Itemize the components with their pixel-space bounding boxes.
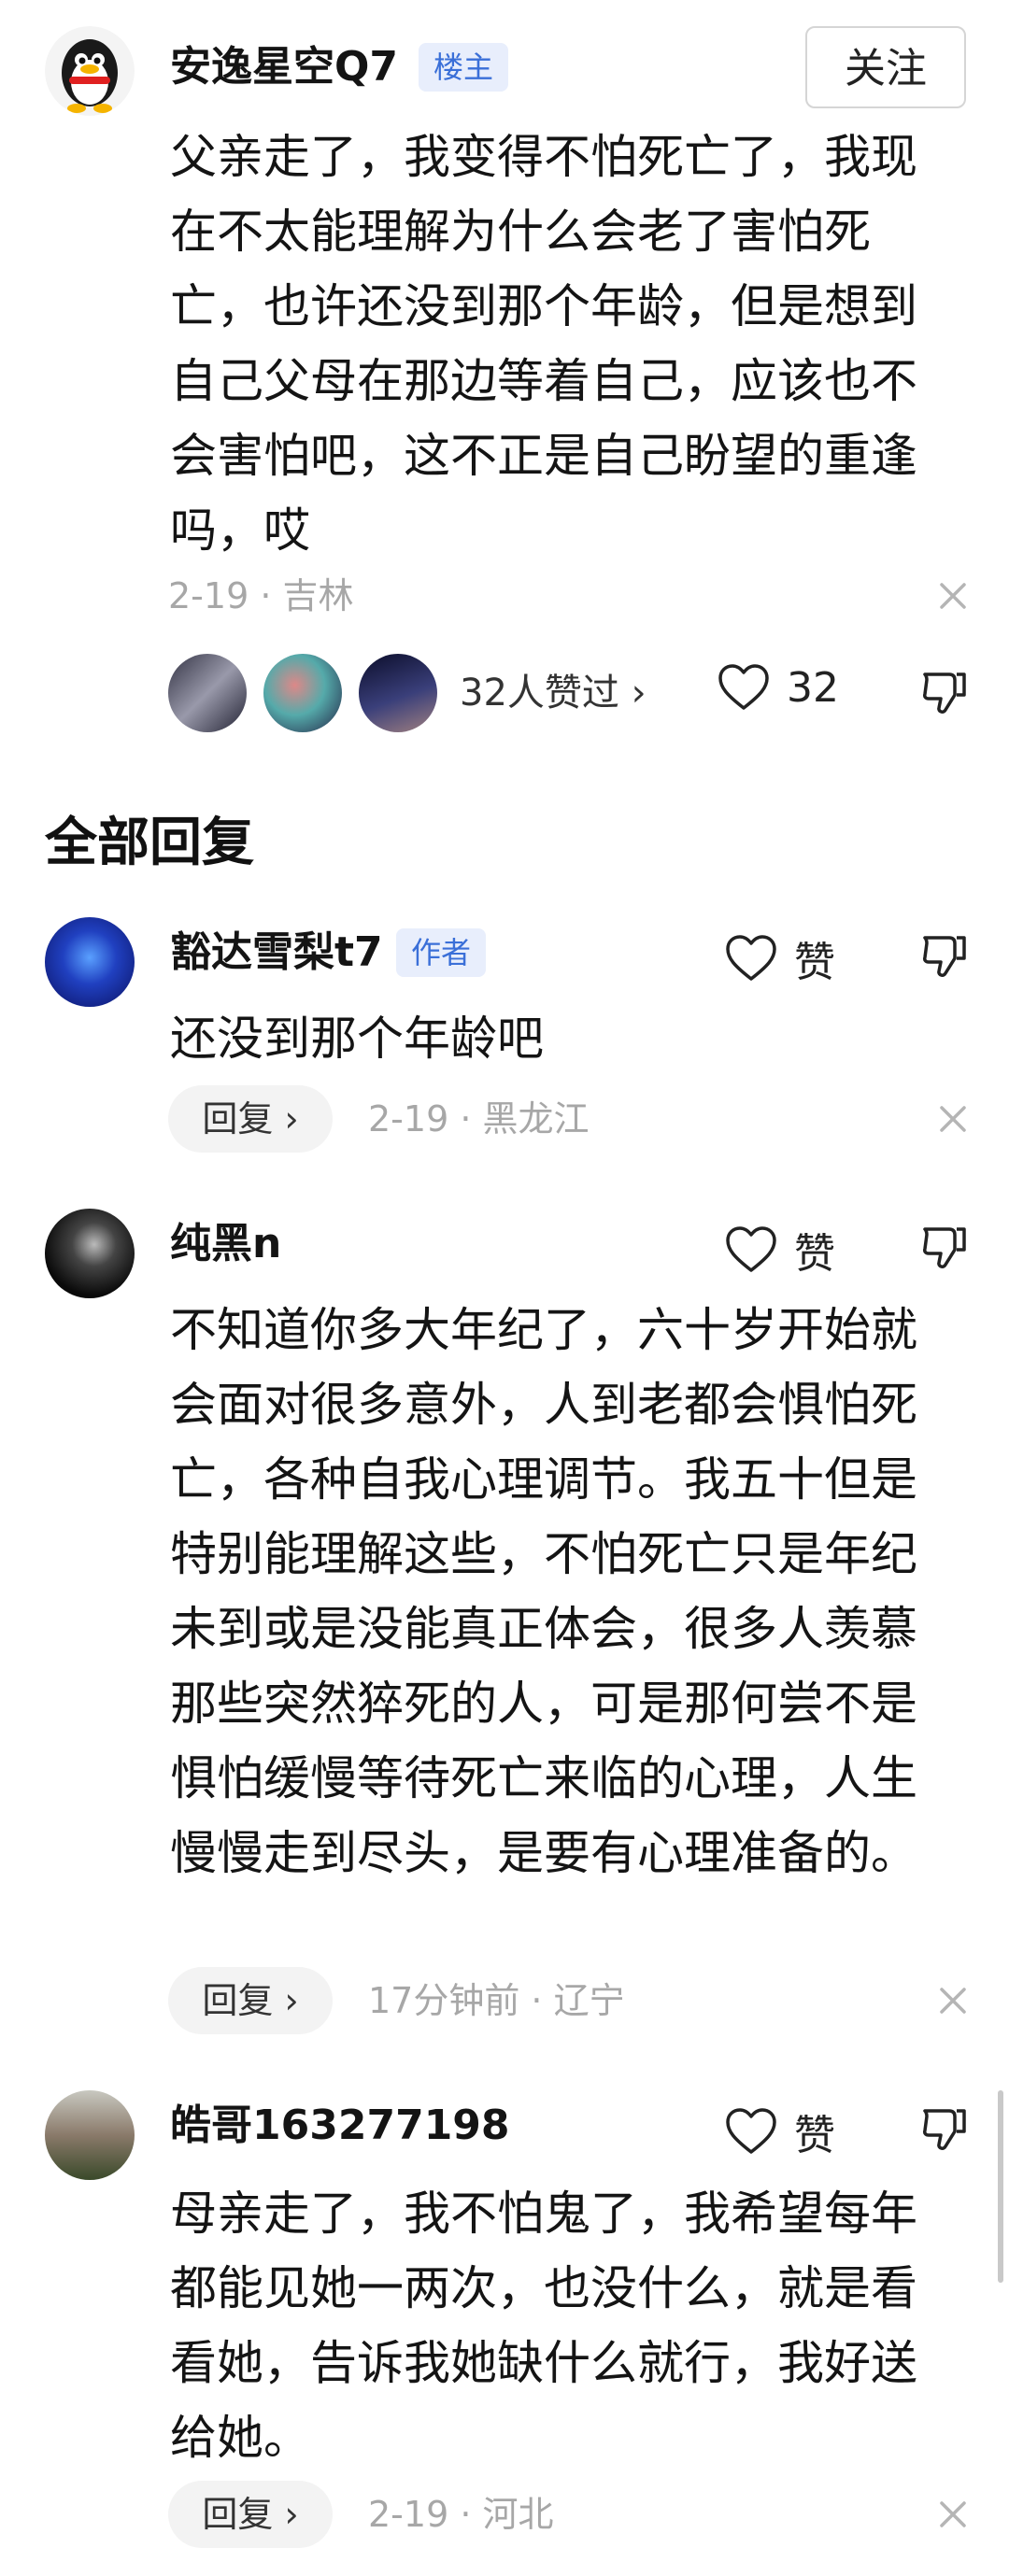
reply-button[interactable]: 回复 › xyxy=(168,1085,333,1153)
reply-button[interactable]: 回复 › xyxy=(168,1967,333,2034)
comment-text: 父亲走了，我变得不怕死亡了，我现在不太能理解为什么会老了害怕死亡，也许还没到那个… xyxy=(170,130,917,558)
like-label: 赞 xyxy=(794,2112,835,2159)
thumbs-down-icon[interactable] xyxy=(919,667,970,717)
like-count: 32 xyxy=(787,663,839,712)
close-icon[interactable] xyxy=(934,1100,972,1138)
thumbs-down-icon[interactable] xyxy=(919,2103,970,2154)
username[interactable]: 豁达雪梨t7 xyxy=(170,927,383,979)
username[interactable]: 皓哥163277198 xyxy=(170,2100,510,2152)
heart-icon xyxy=(718,664,769,710)
like-button[interactable]: 赞 xyxy=(725,1220,835,1280)
close-icon[interactable] xyxy=(934,1982,972,2019)
thumbs-down-icon[interactable] xyxy=(919,1222,970,1272)
avatar[interactable] xyxy=(45,917,135,1007)
username[interactable]: 安逸星空Q7 xyxy=(170,41,398,93)
heart-icon xyxy=(726,1226,776,1272)
username[interactable]: 纯黑n xyxy=(170,1218,281,1270)
close-icon[interactable] xyxy=(934,577,972,615)
like-button[interactable]: 赞 xyxy=(725,928,835,988)
comment-meta: 2-19 · 吉林 xyxy=(168,575,354,616)
author-badge: 作者 xyxy=(396,928,487,977)
heart-icon xyxy=(726,2108,776,2154)
liker-avatar[interactable] xyxy=(359,654,437,732)
avatar[interactable] xyxy=(45,1209,135,1298)
penguin-avatar-icon xyxy=(45,26,135,116)
section-title: 全部回复 xyxy=(45,813,254,873)
reply-meta: 2-19 · 黑龙江 xyxy=(368,1098,590,1139)
reply-text: 不知道你多大年纪了，六十岁开始就会面对很多意外，人到老都会惧怕死亡，各种自我心理… xyxy=(170,1303,917,1880)
likers-link[interactable]: 32人赞过 › xyxy=(460,669,647,717)
reply-meta: 2-19 · 河北 xyxy=(368,2494,554,2535)
heart-icon xyxy=(726,935,776,981)
follow-button[interactable]: 关注 xyxy=(805,26,966,108)
avatar[interactable] xyxy=(45,26,135,116)
liker-avatar[interactable] xyxy=(263,654,342,732)
like-button[interactable]: 32 xyxy=(718,663,839,712)
like-label: 赞 xyxy=(794,1230,835,1278)
reply-meta: 17分钟前 · 辽宁 xyxy=(368,1980,625,2021)
op-badge: 楼主 xyxy=(419,43,509,92)
reply-button[interactable]: 回复 › xyxy=(168,2481,333,2548)
thumbs-down-icon[interactable] xyxy=(919,930,970,981)
liker-avatar[interactable] xyxy=(168,654,247,732)
like-label: 赞 xyxy=(794,939,835,986)
reply-text: 母亲走了，我不怕鬼了，我希望每年都能见她一两次，也没什么，就是看看她，告诉我她缺… xyxy=(170,2187,917,2465)
scrollbar[interactable] xyxy=(998,2090,1003,2283)
reply-text: 还没到那个年龄吧 xyxy=(170,1012,544,1066)
avatar[interactable] xyxy=(45,2090,135,2180)
close-icon[interactable] xyxy=(934,2496,972,2533)
like-button[interactable]: 赞 xyxy=(725,2102,835,2161)
